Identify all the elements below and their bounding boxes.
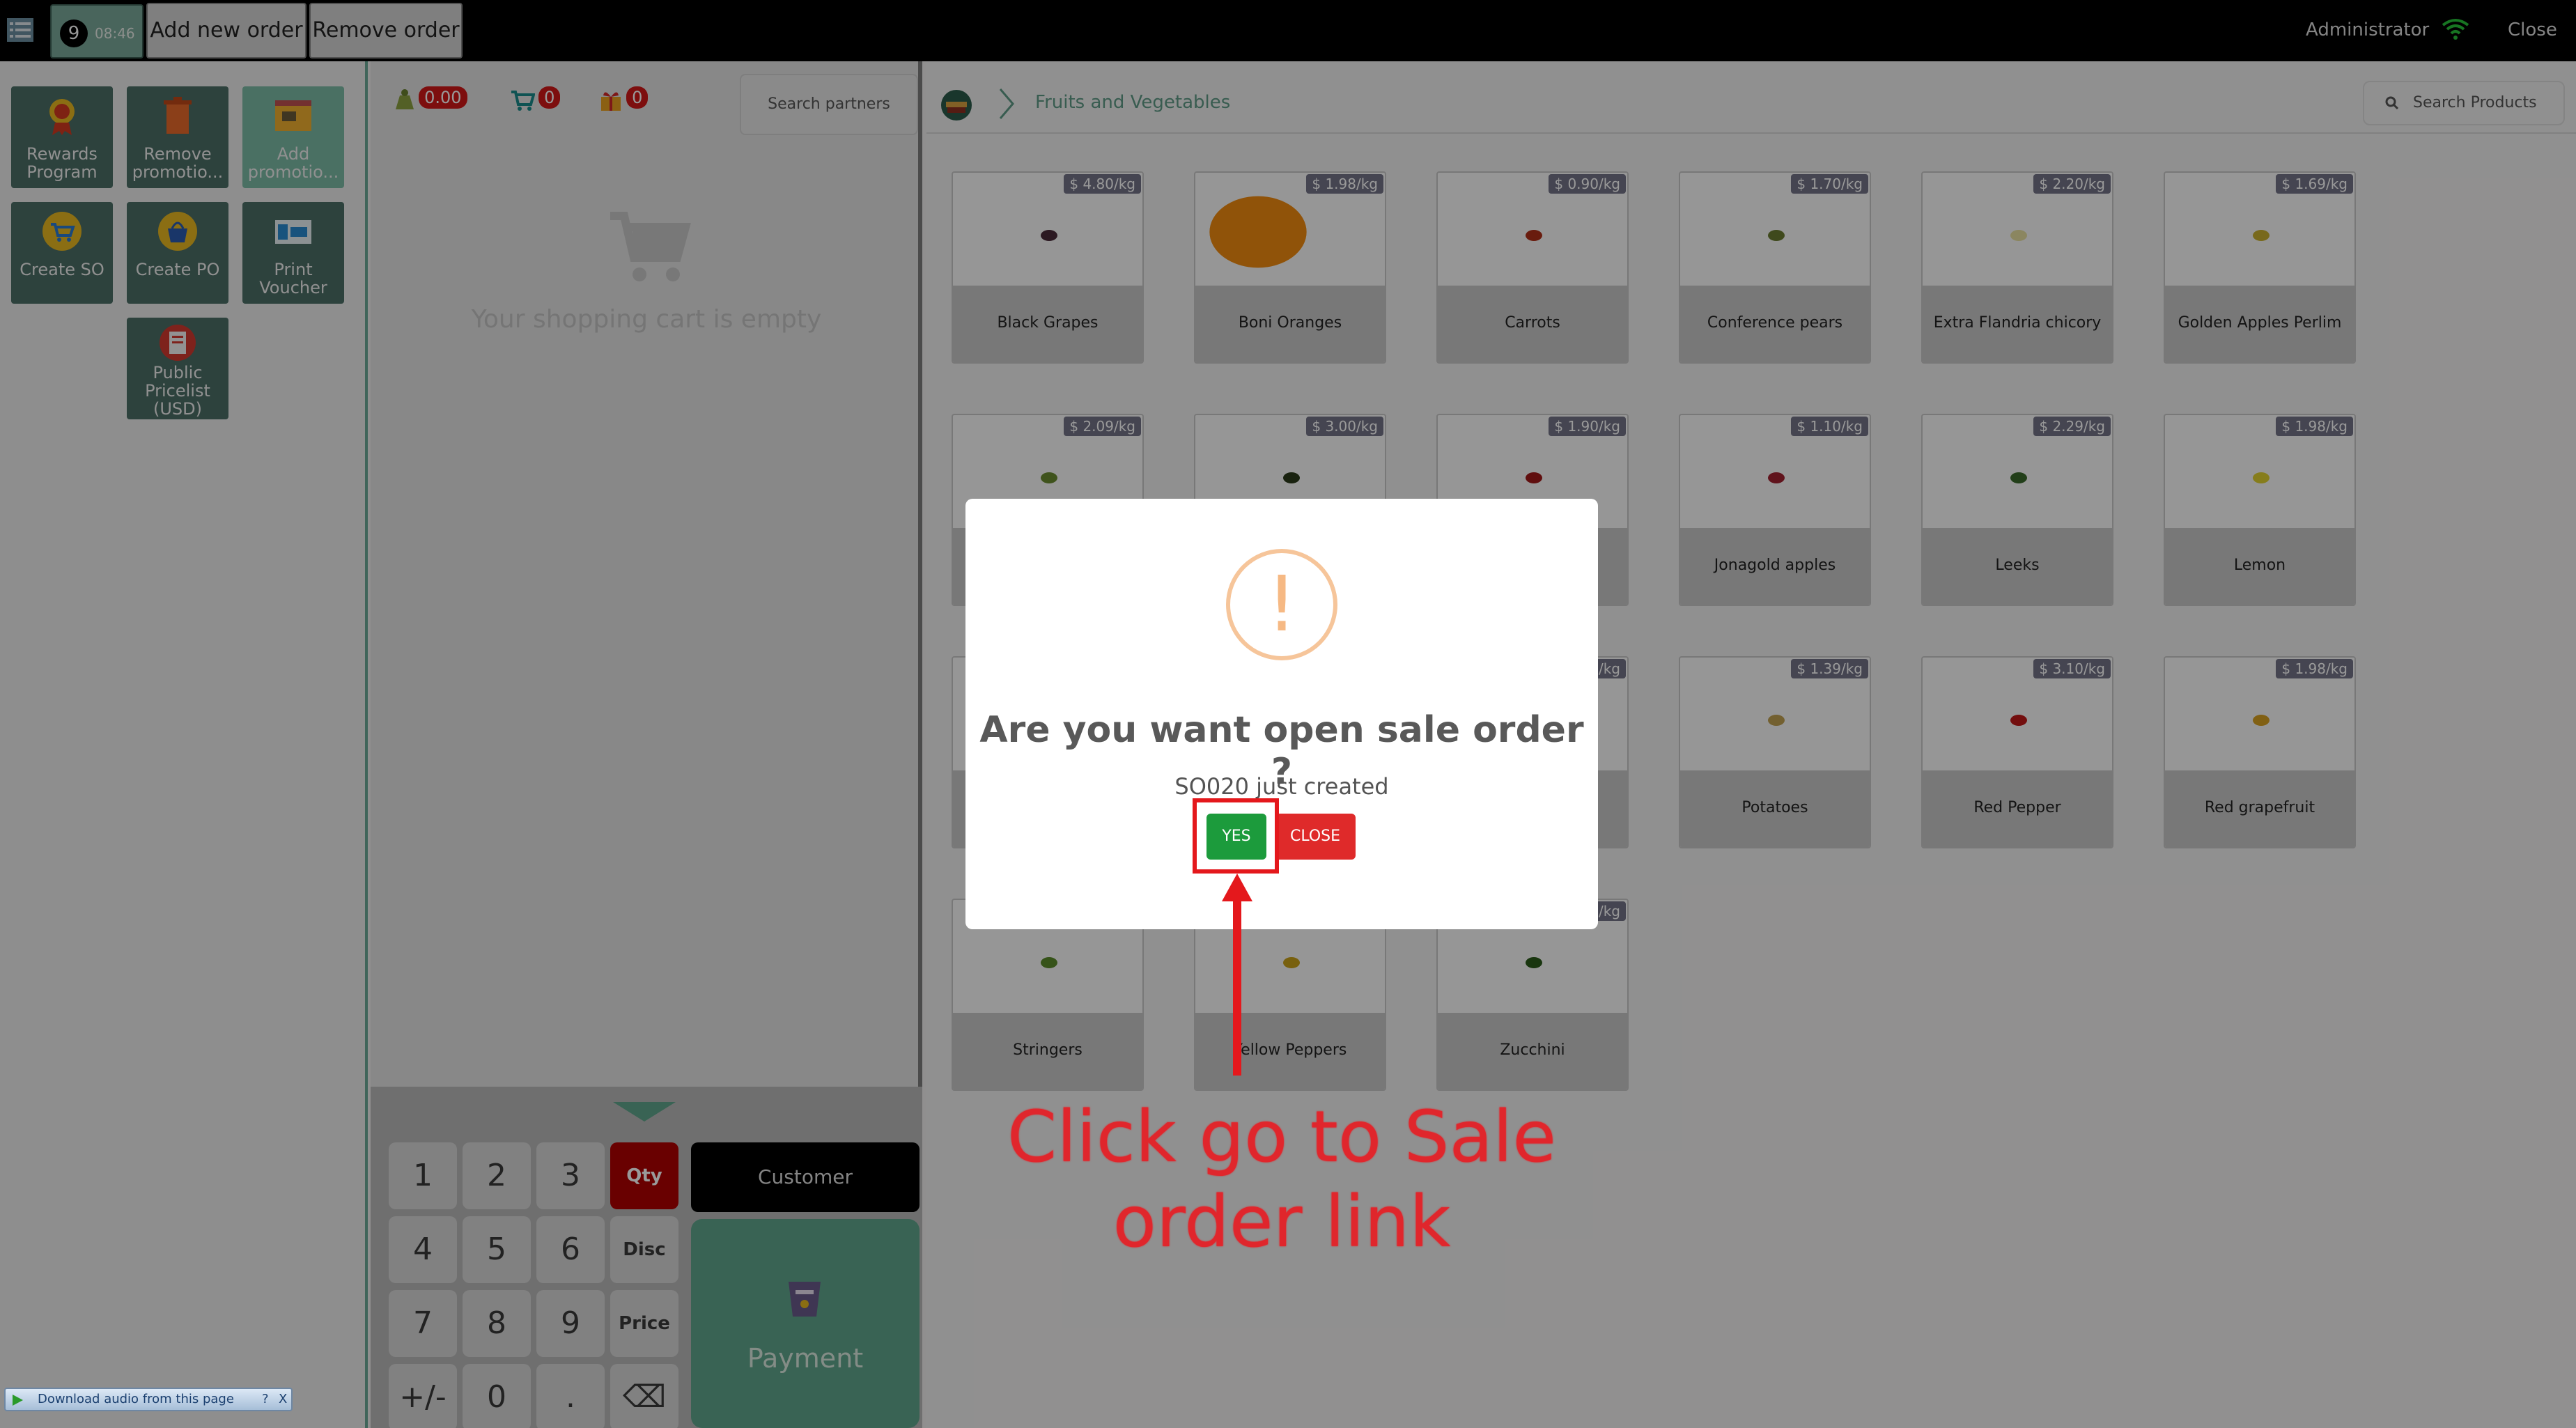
download-audio-widget[interactable]: Download audio from this page ? X bbox=[4, 1388, 293, 1411]
confirm-dialog: ! Are you want open sale order ? SO020 j… bbox=[965, 499, 1598, 929]
dialog-subtitle: SO020 just created bbox=[1174, 773, 1389, 800]
annotation-highlight bbox=[1193, 798, 1279, 874]
close-icon[interactable]: X bbox=[279, 1389, 287, 1410]
annotation-text: Click go to Sale order link bbox=[1007, 1096, 1557, 1264]
arrow-up-icon bbox=[1222, 874, 1252, 1076]
download-audio-link[interactable]: Download audio from this page bbox=[38, 1389, 234, 1410]
help-icon[interactable]: ? bbox=[262, 1389, 269, 1410]
play-icon bbox=[13, 1395, 23, 1406]
dialog-close-button[interactable]: CLOSE bbox=[1275, 814, 1356, 860]
warning-icon: ! bbox=[1226, 549, 1337, 660]
